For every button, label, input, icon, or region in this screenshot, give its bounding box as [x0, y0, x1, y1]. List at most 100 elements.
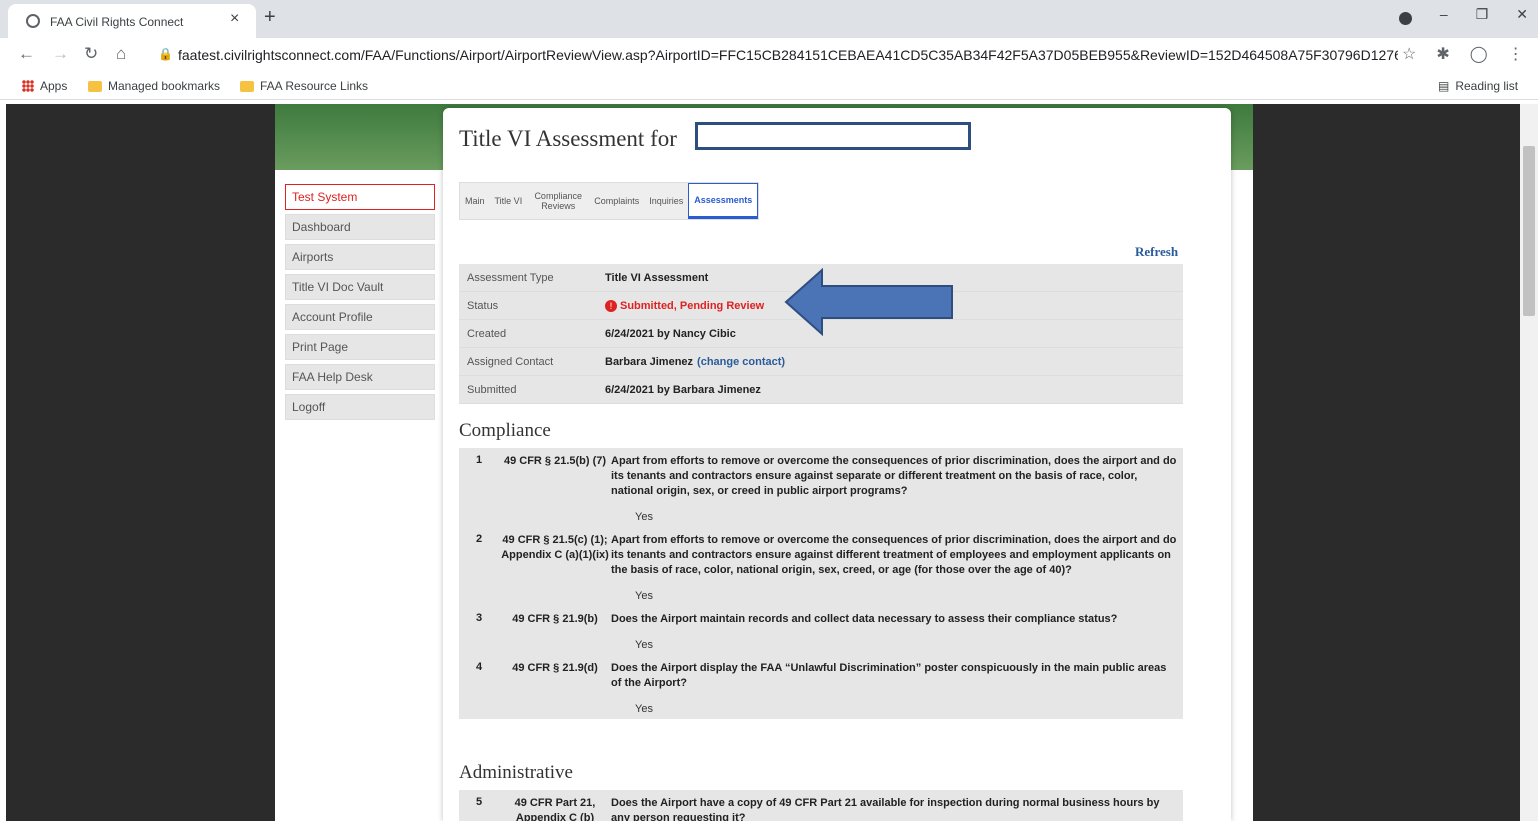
question-text: Does the Airport display the FAA “Unlawf… [611, 662, 1167, 689]
administrative-list: 5 49 CFR Part 21, Appendix C (b) Does the … [459, 790, 1183, 821]
profile-icon[interactable] [1398, 12, 1412, 25]
info-row-submitted: Submitted 6/24/2021 by Barbara Jimenez [459, 376, 1183, 404]
info-label: Submitted [467, 383, 517, 396]
question-number: 2 [475, 533, 483, 545]
question-text: Does the Airport maintain records and co… [611, 613, 1118, 625]
bookmark-label: Managed bookmarks [108, 79, 221, 93]
sidebar-item-dashboard[interactable]: Dashboard [285, 214, 435, 240]
question-text: Apart from efforts to remove or overcome… [611, 455, 1177, 497]
bookmark-star-icon[interactable]: ☆ [1402, 44, 1416, 64]
question-reference: 49 CFR § 21.5(b) (7) [503, 455, 607, 467]
question-number: 4 [475, 661, 483, 673]
home-icon[interactable]: ⌂ [116, 44, 126, 64]
compliance-heading: Compliance [459, 420, 551, 441]
question-number: 3 [475, 612, 483, 624]
page-scrollbar[interactable] [1520, 104, 1538, 821]
info-label: Assessment Type [467, 271, 554, 284]
question-item: 5 49 CFR Part 21, Appendix C (b) Does the … [459, 790, 1183, 821]
apps-icon [22, 80, 34, 92]
sidebar-item-test-system[interactable]: Test System [285, 184, 435, 210]
tab-main[interactable]: Main [460, 183, 490, 219]
info-label: Assigned Contact [467, 355, 554, 368]
info-value: 6/24/2021 by Barbara Jimenez [605, 383, 761, 396]
bookmarks-bar: Apps Managed bookmarks FAA Resource Link… [0, 72, 1538, 100]
question-reference: 49 CFR § 21.9(d) [512, 662, 598, 674]
page-title: Title VI Assessment for [459, 126, 677, 151]
sidebar-item-help-desk[interactable]: FAA Help Desk [285, 364, 435, 390]
forward-icon[interactable]: → [52, 44, 69, 64]
close-window-icon[interactable]: ✕ [1516, 6, 1528, 25]
tab-compliance-reviews[interactable]: Compliance Reviews [527, 183, 589, 219]
toolbar-actions: ☆ ✱ ◯ ⋮ [1402, 44, 1524, 64]
tab-assessments[interactable]: Assessments [688, 183, 759, 219]
change-contact-link[interactable]: (change contact) [697, 356, 785, 368]
tab-title-vi[interactable]: Title VI [490, 183, 528, 219]
question-answer: Yes [635, 703, 653, 715]
address-bar[interactable]: 🔒 faatest.civilrightsconnect.com/FAA/Fun… [150, 42, 1400, 69]
warning-icon: ! [605, 299, 617, 312]
tab-complaints[interactable]: Complaints [589, 183, 644, 219]
compliance-list: 1 49 CFR § 21.5(b) (7) Apart from efforts … [459, 448, 1183, 719]
close-tab-icon[interactable]: × [230, 10, 239, 28]
url-text[interactable]: faatest.civilrightsconnect.com/FAA/Funct… [178, 47, 1398, 63]
sidebar-item-print-page[interactable]: Print Page [285, 334, 435, 360]
annotation-arrow-icon [784, 268, 953, 336]
question-number: 5 [475, 796, 483, 808]
folder-icon [88, 80, 102, 92]
back-icon[interactable]: ← [18, 44, 35, 64]
info-label: Created [467, 327, 507, 340]
sidebar-item-account-profile[interactable]: Account Profile [285, 304, 435, 330]
sidebar-item-logoff[interactable]: Logoff [285, 394, 435, 420]
info-value: Title VI Assessment [605, 271, 709, 284]
browser-tab[interactable]: FAA Civil Rights Connect × [8, 4, 256, 38]
sidebar-nav: Test System Dashboard Airports Title VI … [285, 184, 435, 424]
browser-tab-bar: FAA Civil Rights Connect × + – ❐ ✕ [0, 0, 1538, 38]
window-controls: – ❐ ✕ [1398, 6, 1528, 25]
administrative-heading: Administrative [459, 762, 573, 783]
info-row-contact: Assigned Contact Barbara Jimenez (change… [459, 348, 1183, 376]
tab-inquiries[interactable]: Inquiries [644, 183, 688, 219]
menu-icon[interactable]: ⋮ [1508, 44, 1524, 64]
status-badge: Submitted, Pending Review [620, 299, 765, 312]
page-viewport: Test System Dashboard Airports Title VI … [6, 104, 1520, 821]
extensions-icon[interactable]: ✱ [1436, 44, 1449, 64]
question-item: 3 49 CFR § 21.9(b) Does the Airport mainta… [459, 606, 1183, 655]
question-number: 1 [475, 454, 483, 466]
minimize-icon[interactable]: – [1440, 6, 1448, 25]
page-tabs: Main Title VI Compliance Reviews Complai… [459, 182, 760, 220]
question-reference: 49 CFR § 21.5(c) (1); Appendix C (a)(1)(… [501, 534, 609, 561]
restore-icon[interactable]: ❐ [1476, 6, 1489, 25]
question-item: 4 49 CFR § 21.9(d) Does the Airport displa… [459, 655, 1183, 719]
new-tab-button[interactable]: + [264, 6, 276, 29]
reload-icon[interactable]: ↻ [84, 44, 98, 64]
refresh-link[interactable]: Refresh [1135, 244, 1178, 260]
info-value: 6/24/2021 by Nancy Cibic [605, 327, 736, 340]
lock-icon: 🔒 [158, 47, 173, 61]
scroll-thumb[interactable] [1523, 146, 1535, 316]
bookmark-label: FAA Resource Links [260, 79, 369, 93]
info-label: Status [467, 299, 499, 312]
browser-toolbar: ← → ↻ ⌂ 🔒 faatest.civilrightsconnect.com… [0, 38, 1538, 72]
info-value: Barbara Jimenez [605, 355, 694, 368]
question-item: 2 49 CFR § 21.5(c) (1); Appendix C (a)(1)… [459, 527, 1183, 606]
globe-icon [26, 14, 40, 28]
page-container: Test System Dashboard Airports Title VI … [275, 104, 1253, 821]
reading-list-icon: ▤ [1438, 79, 1450, 93]
question-reference: 49 CFR § 21.9(b) [512, 613, 598, 625]
question-answer: Yes [635, 511, 653, 523]
question-text: Apart from efforts to remove or overcome… [611, 534, 1177, 576]
bookmark-managed[interactable]: Managed bookmarks [88, 79, 220, 93]
sidebar-item-doc-vault[interactable]: Title VI Doc Vault [285, 274, 435, 300]
bookmark-apps[interactable]: Apps [22, 79, 67, 93]
main-panel: Title VI Assessment for Main Title VI Co… [443, 108, 1231, 821]
tab-title: FAA Civil Rights Connect [50, 15, 184, 29]
sidebar-item-airports[interactable]: Airports [285, 244, 435, 270]
bookmark-faa-resources[interactable]: FAA Resource Links [240, 79, 368, 93]
account-icon[interactable]: ◯ [1470, 44, 1488, 64]
question-reference: 49 CFR Part 21, Appendix C (b) [514, 797, 596, 821]
reading-list[interactable]: ▤ Reading list [1438, 79, 1518, 93]
question-text: Does the Airport have a copy of 49 CFR P… [611, 797, 1160, 821]
bookmark-label: Apps [40, 79, 68, 93]
question-answer: Yes [635, 590, 653, 602]
question-item: 1 49 CFR § 21.5(b) (7) Apart from efforts … [459, 448, 1183, 527]
